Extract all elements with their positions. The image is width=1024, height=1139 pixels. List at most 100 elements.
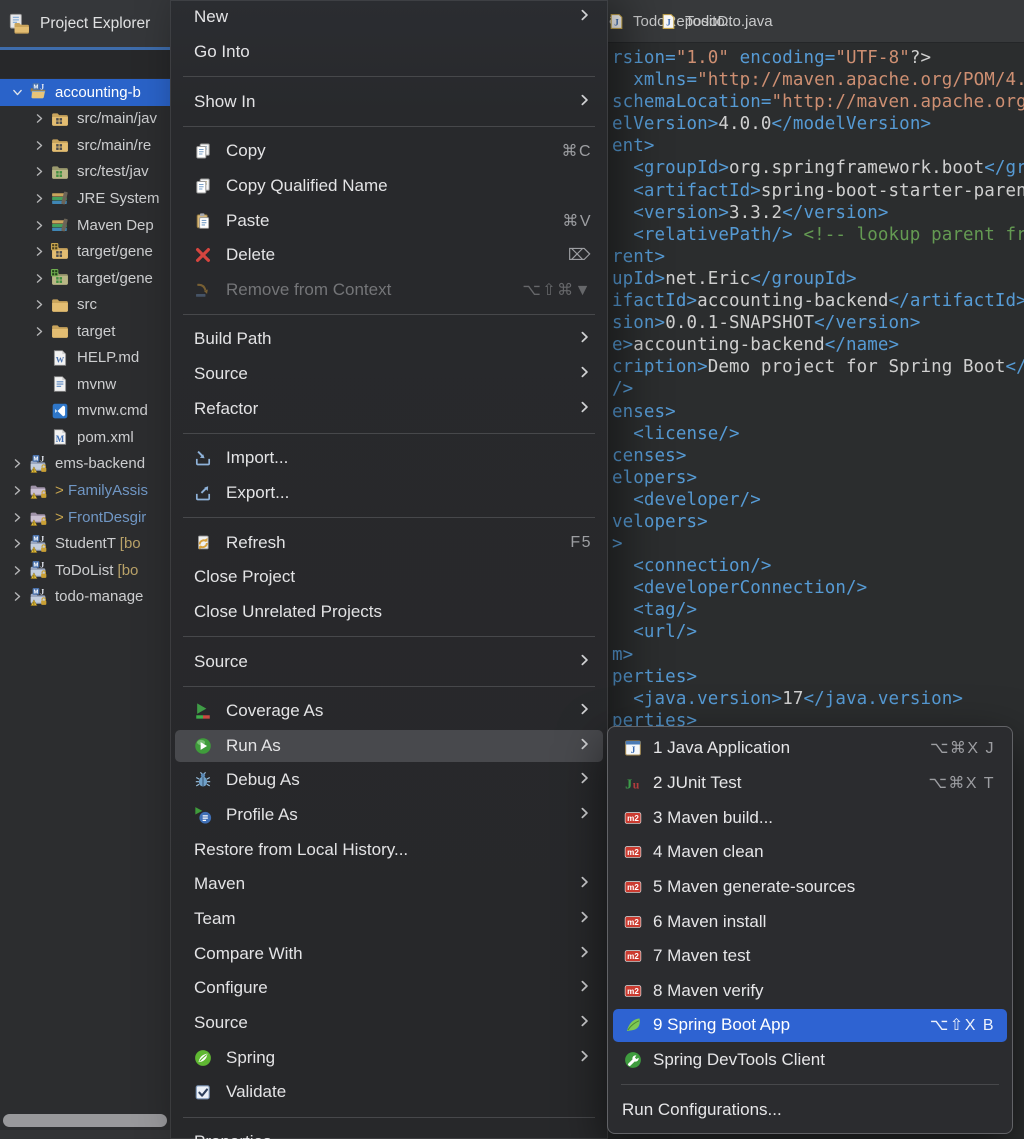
run-as-shortcut: ⌥⌘X J [929, 740, 995, 758]
tree-expander[interactable] [28, 139, 50, 152]
context-menu-separator [183, 125, 595, 127]
context-menu-item-compare-with[interactable]: Compare With [170, 936, 608, 971]
tree-expander[interactable] [6, 511, 28, 524]
context-menu-item-label: Export... [226, 483, 290, 502]
context-menu-item-restore-from-local-history[interactable]: Restore from Local History... [170, 832, 608, 867]
context-menu-item-close-unrelated-projects[interactable]: Close Unrelated Projects [170, 595, 608, 630]
m2-icon: m2 [622, 913, 644, 931]
closed-project-icon: ! [28, 481, 48, 499]
remove-context-icon [190, 281, 216, 299]
tree-expander[interactable] [28, 165, 50, 178]
context-menu-item-go-into[interactable]: Go Into [170, 35, 608, 70]
run-as-item-8-maven-verify[interactable]: m2 8 Maven verify [608, 973, 1012, 1008]
context-menu-item-validate[interactable]: Validate [170, 1075, 608, 1110]
context-menu-item-profile-as[interactable]: Profile As [170, 798, 608, 833]
context-menu-item-label: Compare With [194, 943, 303, 963]
tree-expander[interactable] [6, 537, 28, 550]
cmd-file-icon [50, 402, 70, 420]
run-as-item-7-maven-test[interactable]: m2 7 Maven test [608, 939, 1012, 974]
run-as-item-6-maven-install[interactable]: m2 6 Maven install [608, 904, 1012, 939]
submenu-arrow-icon [578, 92, 592, 112]
context-menu-separator [183, 517, 595, 519]
tree-expander[interactable] [6, 86, 28, 99]
context-menu-item-spring[interactable]: Spring [170, 1040, 608, 1075]
context-menu-item-paste[interactable]: Paste ⌘V [170, 203, 608, 238]
run-as-item-run-configurations[interactable]: Run Configurations... [608, 1092, 1012, 1127]
context-menu-item-close-project[interactable]: Close Project [170, 560, 608, 595]
context-menu-item-source[interactable]: Source [170, 357, 608, 392]
context-menu-item-import[interactable]: Import... [170, 441, 608, 476]
context-menu-separator [183, 636, 595, 638]
run-as-item-9-spring-boot-app[interactable]: 9 Spring Boot App ⌥⇧X B [608, 1008, 1012, 1043]
panel-title: Project Explorer [40, 14, 151, 32]
m2-icon: m2 [622, 843, 644, 861]
run-as-separator [621, 1084, 999, 1086]
submenu-arrow-icon [578, 399, 592, 419]
editor-tab-tododto-java[interactable]: J TodoDto.java [660, 0, 773, 42]
refresh-icon [190, 534, 216, 552]
tree-expander[interactable] [28, 325, 50, 338]
m2-icon: m2 [622, 947, 644, 965]
context-menu-item-refactor[interactable]: Refactor [170, 391, 608, 426]
tree-expander[interactable] [6, 564, 28, 577]
tree-expander[interactable] [28, 219, 50, 232]
context-menu-item-refresh[interactable]: Refresh F5 [170, 525, 608, 560]
context-menu-item-label: Run As [226, 735, 281, 755]
code-line: <url/> [612, 622, 698, 643]
svg-text:M: M [34, 536, 39, 542]
tree-expander[interactable] [28, 298, 50, 311]
code-line: censes> [612, 445, 687, 466]
tree-expander[interactable] [6, 457, 28, 470]
run-as-item-3-maven-build[interactable]: m2 3 Maven build... [608, 800, 1012, 835]
run-as-item-5-maven-generate-sources[interactable]: m2 5 Maven generate-sources [608, 870, 1012, 905]
code-line: <groupId>org.springframework.boot</group… [612, 158, 1024, 179]
context-menu-item-show-in[interactable]: Show In [170, 84, 608, 119]
tree-expander[interactable] [28, 192, 50, 205]
context-menu-item-maven[interactable]: Maven [170, 867, 608, 902]
tree-expander[interactable] [6, 590, 28, 603]
code-line: velopers> [612, 511, 708, 532]
context-menu-item-properties[interactable]: Properties [170, 1125, 608, 1139]
context-menu-item-new[interactable]: New [170, 0, 608, 35]
context-menu-item-source[interactable]: Source [170, 644, 608, 679]
run-as-item-1-java-application[interactable]: J 1 Java Application ⌥⌘X J [608, 731, 1012, 766]
context-menu-item-team[interactable]: Team [170, 902, 608, 937]
code-line: rsion="1.0" encoding="UTF-8"?> [612, 48, 932, 68]
context-menu-item-run-as[interactable]: Run As [170, 729, 608, 764]
submenu-arrow-icon [578, 770, 592, 790]
context-menu-item-label: Coverage As [226, 701, 324, 721]
context-menu-item-copy-qualified-name[interactable]: Copy Qualified Name [170, 169, 608, 204]
library-icon [50, 189, 70, 207]
folder-icon [50, 296, 70, 314]
context-menu-item-label: Properties [194, 1132, 271, 1139]
run-as-item-4-maven-clean[interactable]: m2 4 Maven clean [608, 835, 1012, 870]
run-as-item-spring-devtools-client[interactable]: Spring DevTools Client [608, 1043, 1012, 1078]
code-line: <developerConnection/> [612, 578, 868, 599]
context-menu-separator [183, 685, 595, 687]
svg-text:u: u [633, 778, 640, 792]
tree-item-label: src [77, 296, 97, 314]
tree-item-label: StudentT [bo [55, 535, 141, 553]
code-line: > [612, 534, 623, 555]
md-file-icon: W [50, 349, 70, 367]
tree-expander[interactable] [6, 484, 28, 497]
context-menu-item-label: Copy Qualified Name [226, 175, 388, 195]
tree-expander[interactable] [28, 272, 50, 285]
tree-expander[interactable] [28, 245, 50, 258]
run-as-item-label: 5 Maven generate-sources [653, 876, 856, 896]
tree-expander[interactable] [28, 112, 50, 125]
context-menu-item-coverage-as[interactable]: Coverage As [170, 694, 608, 729]
context-menu-item-export[interactable]: Export... [170, 476, 608, 511]
context-menu-item-delete[interactable]: Delete ⌦ [170, 238, 608, 273]
context-menu-item-source[interactable]: Source [170, 1006, 608, 1041]
context-menu-item-build-path[interactable]: Build Path [170, 322, 608, 357]
context-menu-item-copy[interactable]: Copy ⌘C [170, 134, 608, 169]
context-menu-item-debug-as[interactable]: Debug As [170, 763, 608, 798]
run-as-item-label: 2 JUnit Test [653, 772, 742, 792]
horizontal-scrollbar-thumb[interactable] [3, 1114, 167, 1127]
svg-text:M: M [34, 589, 39, 595]
context-menu-item-configure[interactable]: Configure [170, 971, 608, 1006]
context-menu-item-label: Go Into [194, 41, 250, 61]
run-as-item-2-junit-test[interactable]: Ju 2 JUnit Test ⌥⌘X T [608, 766, 1012, 801]
spring-leaf-icon [190, 1049, 216, 1067]
